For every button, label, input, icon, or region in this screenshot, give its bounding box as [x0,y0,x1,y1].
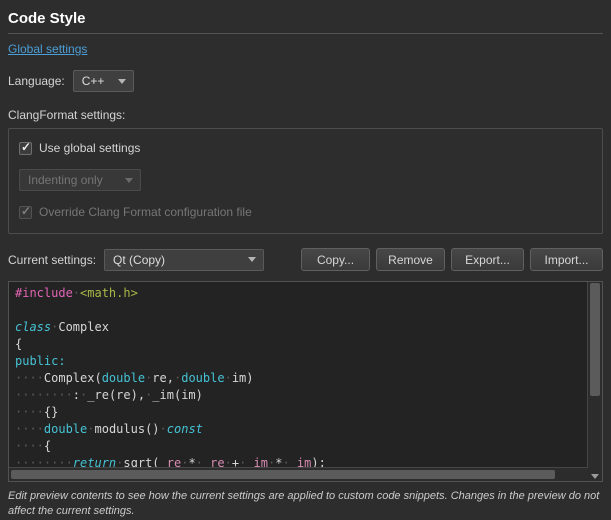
remove-button[interactable]: Remove [376,248,445,271]
scroll-down-arrow-icon[interactable] [591,474,599,479]
language-row: Language: C++ [8,70,603,92]
override-clangformat-label: Override Clang Format configuration file [39,205,252,219]
code-line: ····{} [15,404,588,421]
code-line: public: [15,353,588,370]
chevron-down-icon [118,79,126,84]
code-style-panel: Code Style Global settings Language: C++… [0,0,611,498]
override-clangformat-checkbox: Override Clang Format configuration file [19,205,592,219]
code-line: ····double·modulus()·const [15,421,588,438]
code-line: #include·<math.h> [15,285,588,302]
current-settings-select[interactable]: Qt (Copy) [104,249,264,271]
use-global-settings-checkbox[interactable]: Use global settings [19,141,592,155]
code-line: class·Complex [15,319,588,336]
chevron-down-icon [125,178,133,183]
code-line [15,302,588,319]
language-select[interactable]: C++ [73,70,135,92]
current-settings-row: Current settings: Qt (Copy) Copy... Remo… [8,248,603,271]
horizontal-scrollbar-thumb[interactable] [11,470,555,479]
code-editor-content[interactable]: #include·<math.h> class·Complex{public:·… [9,282,588,468]
global-settings-link[interactable]: Global settings [8,42,87,56]
code-line: { [15,336,588,353]
language-select-value: C++ [82,74,105,88]
page-title: Code Style [8,10,603,27]
code-line: ····Complex(double·re,·double·im) [15,370,588,387]
horizontal-scrollbar[interactable] [9,467,588,481]
clangformat-settings-label: ClangFormat settings: [8,108,603,122]
checkbox-checked-icon [19,206,32,219]
use-global-settings-label: Use global settings [39,141,140,155]
clangformat-groupbox: Use global settings Indenting only Overr… [8,128,603,234]
current-settings-label: Current settings: [8,253,96,267]
code-preview-editor[interactable]: #include·<math.h> class·Complex{public:·… [8,281,603,482]
current-settings-value: Qt (Copy) [113,253,165,267]
footer-note: Edit preview contents to see how the cur… [8,489,603,520]
export-button[interactable]: Export... [451,248,524,271]
language-label: Language: [8,74,65,88]
title-divider [8,33,603,34]
vertical-scrollbar-thumb[interactable] [590,283,600,396]
clangformat-mode-value: Indenting only [28,173,103,187]
code-line: ········:·_re(re),·_im(im) [15,387,588,404]
import-button[interactable]: Import... [530,248,603,271]
chevron-down-icon [248,257,256,262]
checkbox-checked-icon [19,142,32,155]
copy-button[interactable]: Copy... [301,248,370,271]
clangformat-mode-select: Indenting only [19,169,141,191]
vertical-scrollbar[interactable] [587,282,602,481]
code-line: ····{ [15,438,588,455]
